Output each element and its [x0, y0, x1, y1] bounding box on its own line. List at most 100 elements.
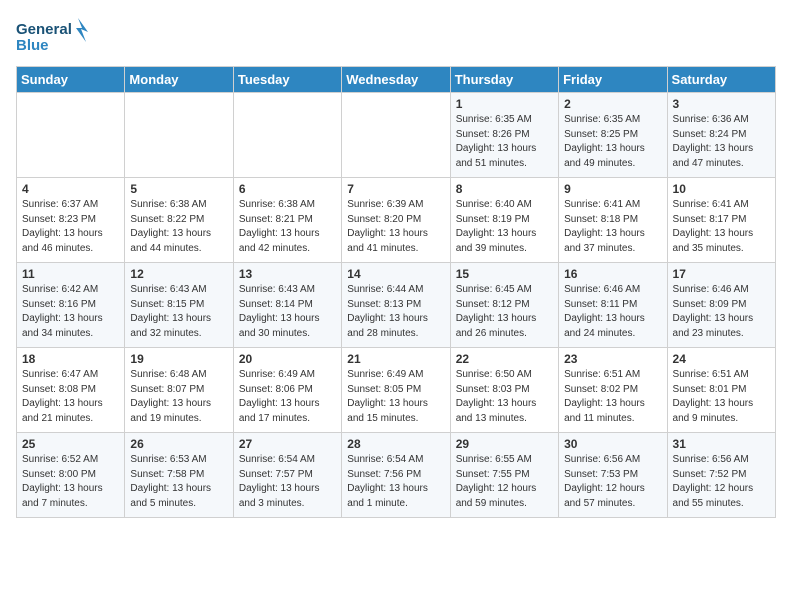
calendar-cell: 7 Sunrise: 6:39 AMSunset: 8:20 PMDaylight…: [342, 178, 450, 263]
day-number: 26: [130, 437, 227, 451]
calendar-week-row: 18 Sunrise: 6:47 AMSunset: 8:08 PMDayligh…: [17, 348, 776, 433]
day-detail: Sunrise: 6:44 AMSunset: 8:13 PMDaylight:…: [347, 283, 444, 341]
day-number: 11: [22, 267, 119, 281]
calendar-week-row: 1 Sunrise: 6:35 AMSunset: 8:26 PMDaylight…: [17, 93, 776, 178]
calendar-cell: 4 Sunrise: 6:37 AMSunset: 8:23 PMDaylight…: [17, 178, 125, 263]
calendar-cell: 1 Sunrise: 6:35 AMSunset: 8:26 PMDaylight…: [450, 93, 558, 178]
weekday-header: Sunday: [17, 67, 125, 93]
calendar-cell: 21 Sunrise: 6:49 AMSunset: 8:05 PMDayligh…: [342, 348, 450, 433]
day-detail: Sunrise: 6:42 AMSunset: 8:16 PMDaylight:…: [22, 283, 119, 341]
calendar-cell: 19 Sunrise: 6:48 AMSunset: 8:07 PMDayligh…: [125, 348, 233, 433]
calendar-cell: 3 Sunrise: 6:36 AMSunset: 8:24 PMDaylight…: [667, 93, 775, 178]
day-detail: Sunrise: 6:53 AMSunset: 7:58 PMDaylight:…: [130, 453, 227, 511]
day-detail: Sunrise: 6:41 AMSunset: 8:18 PMDaylight:…: [564, 198, 661, 256]
weekday-header: Thursday: [450, 67, 558, 93]
day-number: 23: [564, 352, 661, 366]
calendar-week-row: 25 Sunrise: 6:52 AMSunset: 8:00 PMDayligh…: [17, 433, 776, 518]
day-detail: Sunrise: 6:38 AMSunset: 8:22 PMDaylight:…: [130, 198, 227, 256]
day-number: 10: [673, 182, 770, 196]
weekday-header: Friday: [559, 67, 667, 93]
calendar-table: SundayMondayTuesdayWednesdayThursdayFrid…: [16, 66, 776, 518]
calendar-cell: 23 Sunrise: 6:51 AMSunset: 8:02 PMDayligh…: [559, 348, 667, 433]
calendar-cell: 28Sunrise: 6:54 AMSunset: 7:56 PMDayligh…: [342, 433, 450, 518]
weekday-header: Wednesday: [342, 67, 450, 93]
day-number: 28: [347, 437, 444, 451]
logo: GeneralBlue: [16, 16, 96, 58]
calendar-cell: 14 Sunrise: 6:44 AMSunset: 8:13 PMDayligh…: [342, 263, 450, 348]
weekday-header: Saturday: [667, 67, 775, 93]
calendar-cell: 11 Sunrise: 6:42 AMSunset: 8:16 PMDayligh…: [17, 263, 125, 348]
day-detail: Sunrise: 6:35 AMSunset: 8:25 PMDaylight:…: [564, 113, 661, 171]
day-number: 5: [130, 182, 227, 196]
day-detail: Sunrise: 6:45 AMSunset: 8:12 PMDaylight:…: [456, 283, 553, 341]
day-number: 12: [130, 267, 227, 281]
day-number: 14: [347, 267, 444, 281]
day-detail: Sunrise: 6:46 AMSunset: 8:11 PMDaylight:…: [564, 283, 661, 341]
calendar-cell: [233, 93, 341, 178]
day-detail: Sunrise: 6:43 AMSunset: 8:14 PMDaylight:…: [239, 283, 336, 341]
day-detail: Sunrise: 6:38 AMSunset: 8:21 PMDaylight:…: [239, 198, 336, 256]
day-number: 13: [239, 267, 336, 281]
day-number: 15: [456, 267, 553, 281]
calendar-cell: [125, 93, 233, 178]
day-number: 18: [22, 352, 119, 366]
day-number: 3: [673, 97, 770, 111]
logo-svg: GeneralBlue: [16, 16, 96, 58]
calendar-cell: 29Sunrise: 6:55 AMSunset: 7:55 PMDayligh…: [450, 433, 558, 518]
day-detail: Sunrise: 6:47 AMSunset: 8:08 PMDaylight:…: [22, 368, 119, 426]
day-number: 7: [347, 182, 444, 196]
day-number: 22: [456, 352, 553, 366]
calendar-cell: 8Sunrise: 6:40 AMSunset: 8:19 PMDaylight…: [450, 178, 558, 263]
day-detail: Sunrise: 6:55 AMSunset: 7:55 PMDaylight:…: [456, 453, 553, 511]
calendar-cell: 6 Sunrise: 6:38 AMSunset: 8:21 PMDaylight…: [233, 178, 341, 263]
weekday-header: Monday: [125, 67, 233, 93]
day-detail: Sunrise: 6:35 AMSunset: 8:26 PMDaylight:…: [456, 113, 553, 171]
header: GeneralBlue: [16, 16, 776, 58]
day-detail: Sunrise: 6:51 AMSunset: 8:02 PMDaylight:…: [564, 368, 661, 426]
day-number: 6: [239, 182, 336, 196]
svg-text:General: General: [16, 21, 72, 38]
weekday-header: Tuesday: [233, 67, 341, 93]
day-number: 27: [239, 437, 336, 451]
day-number: 31: [673, 437, 770, 451]
day-detail: Sunrise: 6:43 AMSunset: 8:15 PMDaylight:…: [130, 283, 227, 341]
day-detail: Sunrise: 6:48 AMSunset: 8:07 PMDaylight:…: [130, 368, 227, 426]
calendar-cell: 18 Sunrise: 6:47 AMSunset: 8:08 PMDayligh…: [17, 348, 125, 433]
calendar-cell: 30Sunrise: 6:56 AMSunset: 7:53 PMDayligh…: [559, 433, 667, 518]
day-number: 25: [22, 437, 119, 451]
calendar-cell: 12 Sunrise: 6:43 AMSunset: 8:15 PMDayligh…: [125, 263, 233, 348]
calendar-cell: 13 Sunrise: 6:43 AMSunset: 8:14 PMDayligh…: [233, 263, 341, 348]
calendar-cell: 31Sunrise: 6:56 AMSunset: 7:52 PMDayligh…: [667, 433, 775, 518]
day-number: 17: [673, 267, 770, 281]
day-detail: Sunrise: 6:37 AMSunset: 8:23 PMDaylight:…: [22, 198, 119, 256]
day-detail: Sunrise: 6:36 AMSunset: 8:24 PMDaylight:…: [673, 113, 770, 171]
day-number: 24: [673, 352, 770, 366]
day-detail: Sunrise: 6:39 AMSunset: 8:20 PMDaylight:…: [347, 198, 444, 256]
day-number: 20: [239, 352, 336, 366]
day-number: 4: [22, 182, 119, 196]
day-detail: Sunrise: 6:51 AMSunset: 8:01 PMDaylight:…: [673, 368, 770, 426]
svg-text:Blue: Blue: [16, 37, 49, 54]
day-number: 19: [130, 352, 227, 366]
calendar-cell: 5 Sunrise: 6:38 AMSunset: 8:22 PMDaylight…: [125, 178, 233, 263]
day-detail: Sunrise: 6:40 AMSunset: 8:19 PMDaylight:…: [456, 198, 553, 256]
calendar-cell: 26 Sunrise: 6:53 AMSunset: 7:58 PMDayligh…: [125, 433, 233, 518]
day-detail: Sunrise: 6:52 AMSunset: 8:00 PMDaylight:…: [22, 453, 119, 511]
day-number: 1: [456, 97, 553, 111]
day-number: 21: [347, 352, 444, 366]
calendar-cell: 22 Sunrise: 6:50 AMSunset: 8:03 PMDayligh…: [450, 348, 558, 433]
calendar-header: SundayMondayTuesdayWednesdayThursdayFrid…: [17, 67, 776, 93]
calendar-cell: 20Sunrise: 6:49 AMSunset: 8:06 PMDayligh…: [233, 348, 341, 433]
calendar-cell: [17, 93, 125, 178]
calendar-cell: 24 Sunrise: 6:51 AMSunset: 8:01 PMDayligh…: [667, 348, 775, 433]
day-detail: Sunrise: 6:49 AMSunset: 8:05 PMDaylight:…: [347, 368, 444, 426]
calendar-cell: 17Sunrise: 6:46 AMSunset: 8:09 PMDayligh…: [667, 263, 775, 348]
day-detail: Sunrise: 6:50 AMSunset: 8:03 PMDaylight:…: [456, 368, 553, 426]
day-detail: Sunrise: 6:41 AMSunset: 8:17 PMDaylight:…: [673, 198, 770, 256]
day-number: 9: [564, 182, 661, 196]
calendar-week-row: 4 Sunrise: 6:37 AMSunset: 8:23 PMDaylight…: [17, 178, 776, 263]
calendar-cell: 10 Sunrise: 6:41 AMSunset: 8:17 PMDayligh…: [667, 178, 775, 263]
calendar-cell: 2Sunrise: 6:35 AMSunset: 8:25 PMDaylight…: [559, 93, 667, 178]
day-number: 30: [564, 437, 661, 451]
day-number: 16: [564, 267, 661, 281]
